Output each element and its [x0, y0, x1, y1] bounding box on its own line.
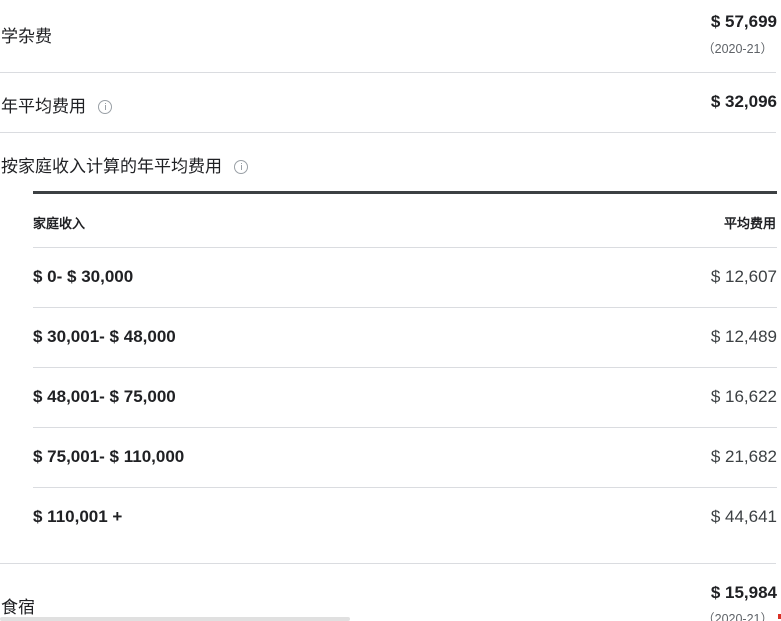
horizontal-scrollbar[interactable] — [0, 617, 350, 621]
average-cost-value: $ 32,096 — [710, 92, 777, 111]
by-income-section: 按家庭收入计算的年平均费用 — [0, 133, 781, 563]
average-cost-label-wrap: 年平均费用 — [1, 92, 112, 117]
table-row-income: $ 110,001 + — [33, 507, 123, 526]
table-row-cost: $ 44,641 — [710, 507, 777, 526]
table-row-income: $ 0- $ 30,000 — [33, 267, 134, 286]
average-cost-row: 年平均费用 $ 32,096 — [0, 73, 781, 132]
table-row-income: $ 30,001- $ 48,000 — [33, 327, 176, 346]
table-row-income: $ 48,001- $ 75,000 — [33, 387, 176, 406]
room-board-year-note: （2020-21） — [702, 612, 773, 621]
room-board-value: $ 15,984 — [710, 583, 777, 602]
table-divider — [33, 307, 777, 308]
by-income-label-wrap: 按家庭收入计算的年平均费用 — [1, 152, 248, 177]
table-header-cost: 平均费用 — [723, 216, 776, 231]
table-row-cost: $ 21,682 — [710, 447, 777, 466]
by-income-label: 按家庭收入计算的年平均费用 — [1, 157, 222, 176]
table-row-cost: $ 12,607 — [710, 267, 777, 286]
table-divider — [33, 247, 777, 248]
average-cost-label: 年平均费用 — [1, 97, 86, 116]
room-board-label: 食宿 — [1, 598, 35, 617]
table-divider — [33, 487, 777, 488]
room-board-row: 食宿 $ 15,984 （2020-21） — [0, 564, 781, 621]
table-header-income: 家庭收入 — [33, 216, 86, 231]
table-row-cost: $ 12,489 — [710, 327, 777, 346]
table-top-border — [33, 191, 777, 194]
table-divider — [33, 427, 777, 428]
tuition-year-note: （2020-21） — [702, 42, 773, 56]
tuition-label: 学杂费 — [1, 27, 52, 46]
tuition-row: 学杂费 $ 57,699 （2020-21） — [0, 0, 781, 72]
info-icon[interactable] — [234, 159, 248, 174]
table-divider — [33, 367, 777, 368]
table-row-cost: $ 16,622 — [710, 387, 777, 406]
tuition-value: $ 57,699 — [710, 12, 777, 31]
info-icon[interactable] — [98, 99, 112, 114]
table-row-income: $ 75,001- $ 110,000 — [33, 447, 185, 466]
